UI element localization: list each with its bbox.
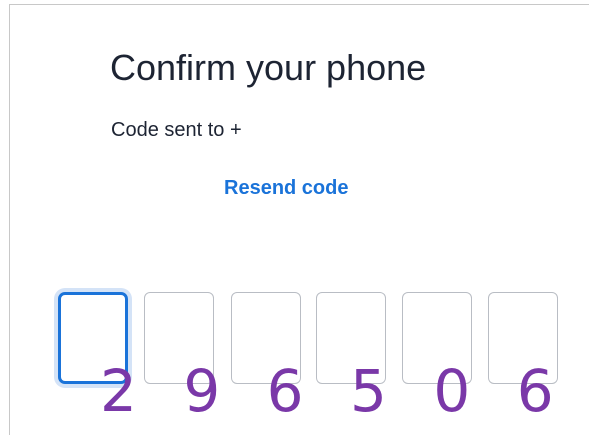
verification-code-overlay: 2 9 6 5 0 6 [100, 357, 568, 425]
code-sent-text: Code sent to + [111, 119, 242, 141]
resend-code-link[interactable]: Resend code [224, 175, 348, 201]
page-title: Confirm your phone [110, 47, 427, 88]
